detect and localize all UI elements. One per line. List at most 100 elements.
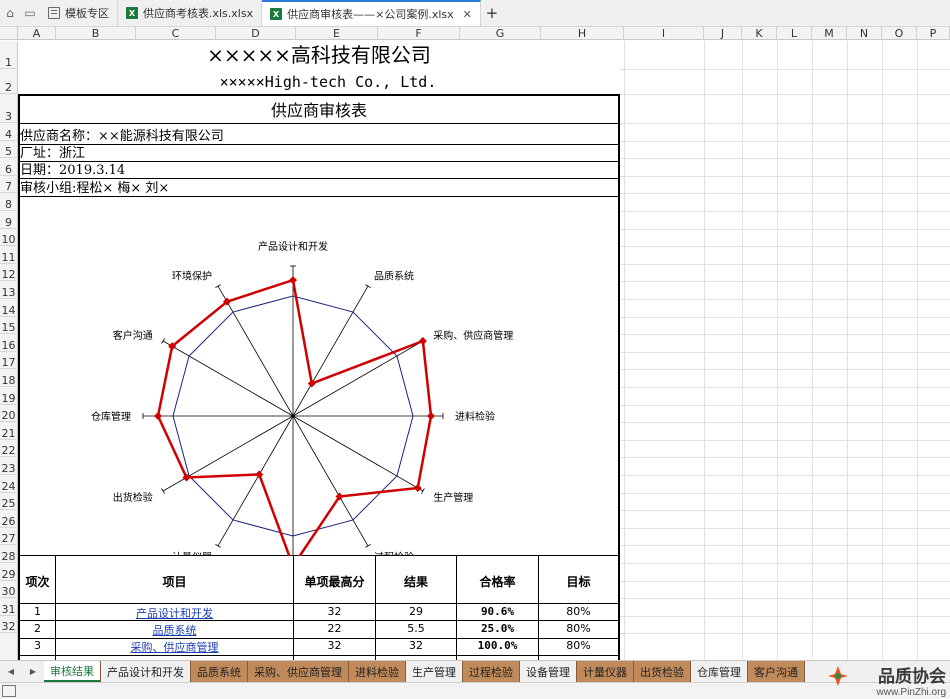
row-header-13[interactable]: 13: [0, 281, 18, 299]
row-header-31[interactable]: 31: [0, 598, 18, 616]
row-header-10[interactable]: 10: [0, 228, 18, 247]
sheet-tab[interactable]: 出货检验: [634, 661, 691, 682]
tab-supplier-audit[interactable]: X 供应商审核表——×公司案例.xlsx ✕: [262, 0, 481, 26]
column-header-k[interactable]: K: [742, 27, 777, 40]
row-header-11[interactable]: 11: [0, 246, 18, 264]
row-header-19[interactable]: 19: [0, 387, 18, 405]
column-header-i[interactable]: I: [624, 27, 704, 40]
row-header-4[interactable]: 4: [0, 123, 18, 141]
select-all-corner[interactable]: [0, 27, 18, 40]
cell-result[interactable]: 29: [376, 605, 456, 618]
supplier-name[interactable]: 供应商名称：××能源科技有限公司: [20, 128, 224, 145]
cell-pass-rate[interactable]: 90.6%: [457, 605, 538, 618]
row-header-20[interactable]: 20: [0, 404, 18, 423]
cell-item-link[interactable]: 品质系统: [56, 622, 293, 638]
cell-max-score[interactable]: 22: [294, 622, 375, 635]
column-header-e[interactable]: E: [296, 27, 378, 40]
row-header-23[interactable]: 23: [0, 457, 18, 475]
column-header-p[interactable]: P: [917, 27, 950, 40]
cell-target[interactable]: 80%: [539, 622, 618, 635]
row-header-5[interactable]: 5: [0, 140, 18, 159]
header-pass-rate[interactable]: 合格率: [457, 573, 538, 590]
cell-index[interactable]: 2: [20, 622, 55, 635]
header-max-score[interactable]: 单项最高分: [294, 573, 375, 590]
cell-pass-rate[interactable]: 25.0%: [457, 622, 538, 635]
status-icon[interactable]: [2, 685, 16, 697]
row-header-14[interactable]: 14: [0, 299, 18, 317]
audit-team[interactable]: 审核小组:程松× 梅× 刘×: [20, 180, 169, 197]
column-header-l[interactable]: L: [777, 27, 812, 40]
radar-chart[interactable]: 产品设计和开发品质系统采购、供应商管理进料检验生产管理过程检验设备管理计量仪器出…: [18, 198, 620, 556]
column-header-j[interactable]: J: [704, 27, 742, 40]
row-header-12[interactable]: 12: [0, 263, 18, 282]
form-title[interactable]: 供应商审核表: [18, 95, 620, 123]
column-header-m[interactable]: M: [812, 27, 847, 40]
cell-result[interactable]: 32: [376, 639, 456, 652]
close-icon[interactable]: ✕: [463, 8, 472, 21]
row-header-24[interactable]: 24: [0, 475, 18, 493]
sheet-tab[interactable]: 产品设计和开发: [101, 661, 191, 682]
row-header-22[interactable]: 22: [0, 439, 18, 458]
sheet-tab[interactable]: 计量仪器: [577, 661, 634, 682]
column-header-g[interactable]: G: [460, 27, 541, 40]
prev-sheet-icon[interactable]: ◀: [0, 661, 22, 682]
header-target[interactable]: 目标: [539, 573, 618, 590]
column-header-f[interactable]: F: [378, 27, 460, 40]
column-header-h[interactable]: H: [541, 27, 624, 40]
row-header-3[interactable]: 3: [0, 94, 18, 123]
tab-supplier-assessment[interactable]: X 供应商考核表.xls.xlsx: [118, 0, 263, 26]
row-header-17[interactable]: 17: [0, 351, 18, 370]
header-result[interactable]: 结果: [376, 573, 456, 590]
row-header-2[interactable]: 2: [0, 69, 18, 94]
column-header-n[interactable]: N: [847, 27, 882, 40]
sheet-tab[interactable]: 采购、供应商管理: [248, 661, 349, 682]
row-header-1[interactable]: 1: [0, 41, 18, 69]
cell-index[interactable]: 1: [20, 605, 55, 618]
home-icon[interactable]: ⌂: [0, 0, 20, 26]
row-header-21[interactable]: 21: [0, 422, 18, 440]
row-header-16[interactable]: 16: [0, 334, 18, 352]
cell-target[interactable]: 80%: [539, 639, 618, 652]
audit-date[interactable]: 日期：2019.3.14: [20, 162, 125, 179]
company-name-cn[interactable]: ×××××高科技有限公司: [18, 41, 620, 70]
sheet-tab[interactable]: 进料检验: [349, 661, 406, 682]
column-header-c[interactable]: C: [136, 27, 216, 40]
column-header-a[interactable]: A: [18, 27, 56, 40]
column-header-d[interactable]: D: [216, 27, 296, 40]
row-header-30[interactable]: 30: [0, 580, 18, 599]
cell-target[interactable]: 80%: [539, 605, 618, 618]
folder-icon[interactable]: ▭: [20, 0, 40, 26]
row-header-32[interactable]: 32: [0, 615, 18, 634]
next-sheet-icon[interactable]: ▶: [22, 661, 44, 682]
tab-template[interactable]: 模板专区: [40, 0, 118, 26]
row-header-7[interactable]: 7: [0, 175, 18, 194]
company-name-en[interactable]: ×××××High-tech Co., Ltd.: [18, 70, 620, 94]
sheet-tab[interactable]: 过程检验: [463, 661, 520, 682]
cell-item-link[interactable]: 采购、供应商管理: [56, 639, 293, 655]
new-tab-button[interactable]: +: [481, 0, 503, 26]
cell-max-score[interactable]: 32: [294, 605, 375, 618]
factory-address[interactable]: 厂址：浙江: [20, 145, 85, 162]
cell-result[interactable]: 5.5: [376, 622, 456, 635]
row-header-8[interactable]: 8: [0, 193, 18, 211]
row-header-25[interactable]: 25: [0, 492, 18, 511]
cell-max-score[interactable]: 32: [294, 639, 375, 652]
row-header-6[interactable]: 6: [0, 158, 18, 176]
sheet-tab[interactable]: 设备管理: [520, 661, 577, 682]
cell-index[interactable]: 3: [20, 639, 55, 652]
row-header-15[interactable]: 15: [0, 316, 18, 335]
cell-item-link[interactable]: 产品设计和开发: [56, 605, 293, 621]
cell-pass-rate[interactable]: 100.0%: [457, 639, 538, 652]
sheet-tab[interactable]: 仓库管理: [691, 661, 748, 682]
column-header-b[interactable]: B: [56, 27, 136, 40]
row-header-28[interactable]: 28: [0, 545, 18, 563]
row-header-9[interactable]: 9: [0, 211, 18, 229]
sheet-tab[interactable]: 审核结果: [44, 661, 101, 682]
header-index[interactable]: 项次: [20, 573, 55, 590]
sheet-tab[interactable]: 生产管理: [406, 661, 463, 682]
row-header-26[interactable]: 26: [0, 510, 18, 528]
row-header-27[interactable]: 27: [0, 527, 18, 546]
row-header-18[interactable]: 18: [0, 369, 18, 387]
header-item[interactable]: 项目: [56, 573, 293, 590]
sheet-tab[interactable]: 品质系统: [191, 661, 248, 682]
